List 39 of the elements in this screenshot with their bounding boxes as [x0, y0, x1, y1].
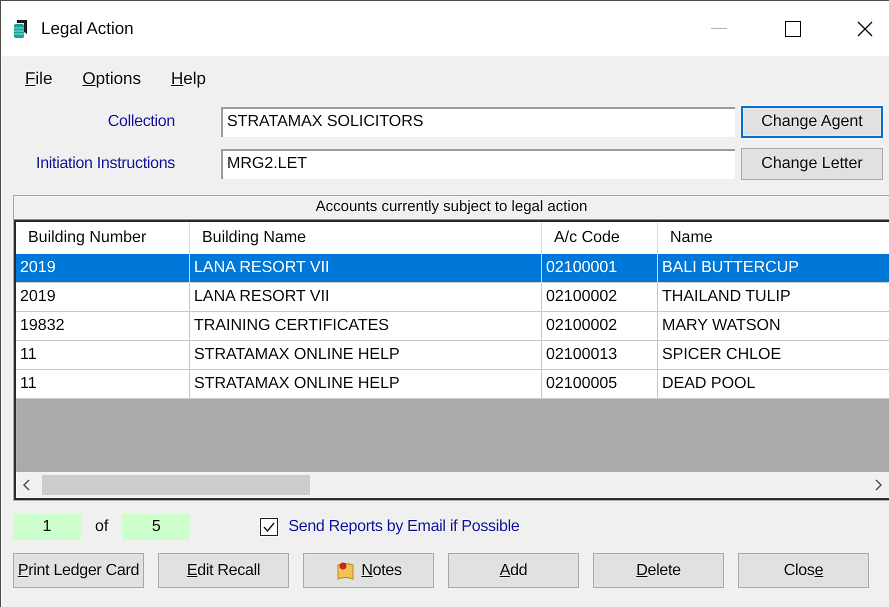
- text-field[interactable]: STRATAMAX SOLICITORS: [221, 107, 735, 137]
- menu-item[interactable]: Help: [167, 66, 210, 92]
- scrollbar-thumb[interactable]: [42, 475, 310, 495]
- action-button[interactable]: Print Ledger Card: [13, 553, 144, 588]
- table-cell: 02100005: [542, 370, 658, 399]
- table-row[interactable]: 2019 LANA RESORT VII 02100002 THAILAND TULIP: [16, 283, 889, 312]
- current-record-field: 1: [13, 514, 81, 540]
- table-caption: Accounts currently subject to legal action: [316, 197, 588, 218]
- app-icon: [13, 18, 29, 38]
- table-row[interactable]: 11 STRATAMAX ONLINE HELP 02100013 SPICER CHLOE: [16, 341, 889, 370]
- change-button[interactable]: Change Letter: [741, 148, 883, 180]
- action-button[interactable]: Close: [738, 553, 869, 588]
- menu-item[interactable]: Options: [78, 66, 146, 92]
- close-icon[interactable]: [857, 20, 873, 36]
- checkmark-icon: [262, 520, 276, 534]
- table-cell: DEAD POOL: [658, 370, 889, 399]
- table-row[interactable]: 11 STRATAMAX ONLINE HELP 02100005 DEAD POOL: [16, 370, 889, 399]
- scroll-right-icon[interactable]: [873, 479, 883, 491]
- table-cell: STRATAMAX ONLINE HELP: [190, 370, 542, 399]
- menu-item[interactable]: File: [21, 66, 56, 92]
- field-label: Collection: [108, 112, 175, 132]
- table-row[interactable]: 19832 TRAINING CERTIFICATES 02100002 MARY WATSON: [16, 312, 889, 341]
- maximize-icon[interactable]: [785, 20, 801, 36]
- scroll-left-icon[interactable]: [22, 479, 32, 491]
- action-button[interactable]: Add: [448, 553, 579, 588]
- total-records-field: 5: [122, 514, 190, 540]
- change-button[interactable]: Change Agent: [741, 106, 883, 138]
- horizontal-scrollbar[interactable]: [16, 472, 889, 498]
- table-row[interactable]: 2019 LANA RESORT VII 02100001 BALI BUTTERCUP: [16, 254, 889, 283]
- action-button[interactable]: Notes: [303, 553, 434, 588]
- field-label: Initiation Instructions: [36, 154, 175, 174]
- email-option-label: Send Reports by Email if Possible: [288, 517, 520, 537]
- action-button[interactable]: Edit Recall: [158, 553, 289, 588]
- of-label: of: [95, 517, 108, 537]
- email-checkbox[interactable]: [260, 518, 278, 536]
- text-field[interactable]: MRG2.LET: [221, 149, 735, 179]
- table-cell: 11: [16, 370, 190, 399]
- action-button[interactable]: Delete: [593, 553, 724, 588]
- window-title: Legal Action: [41, 18, 134, 40]
